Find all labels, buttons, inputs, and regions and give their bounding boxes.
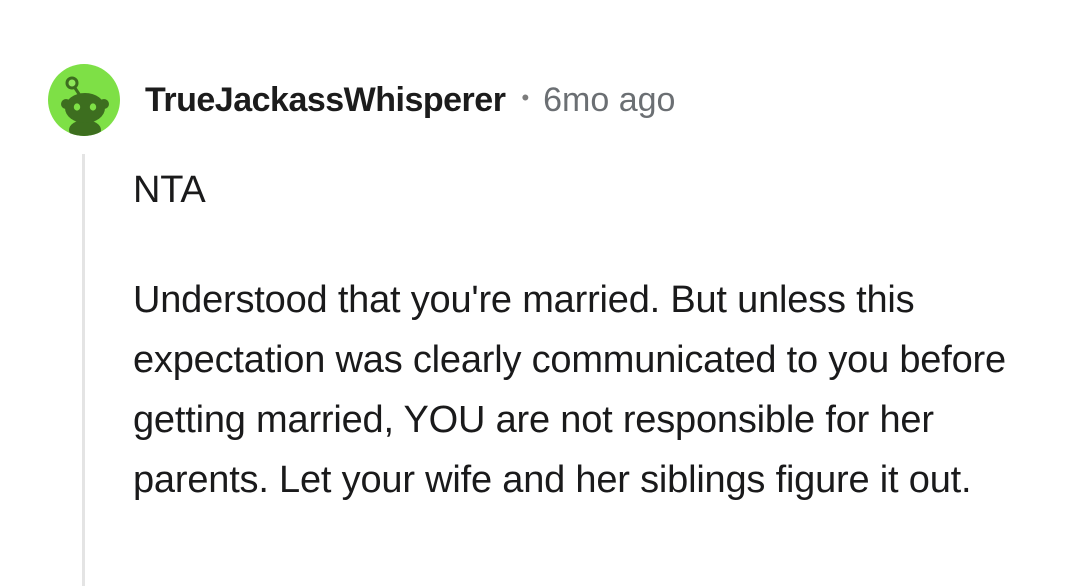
username[interactable]: TrueJackassWhisperer — [145, 81, 506, 120]
timestamp[interactable]: 6mo ago — [543, 81, 675, 120]
comment: TrueJackassWhisperer • 6mo ago NTA Under… — [0, 0, 1080, 586]
avatar[interactable] — [48, 64, 120, 136]
comment-paragraph: NTA — [133, 169, 206, 211]
comment-paragraph: Understood that you're married. But unle… — [133, 279, 1006, 501]
separator-dot: • — [521, 85, 530, 110]
thread-line[interactable] — [82, 154, 85, 586]
comment-body: NTA Understood that you're married. But … — [133, 160, 1033, 510]
comment-header: TrueJackassWhisperer • 6mo ago — [145, 78, 675, 122]
reddit-snoo-avatar-icon — [61, 76, 109, 136]
